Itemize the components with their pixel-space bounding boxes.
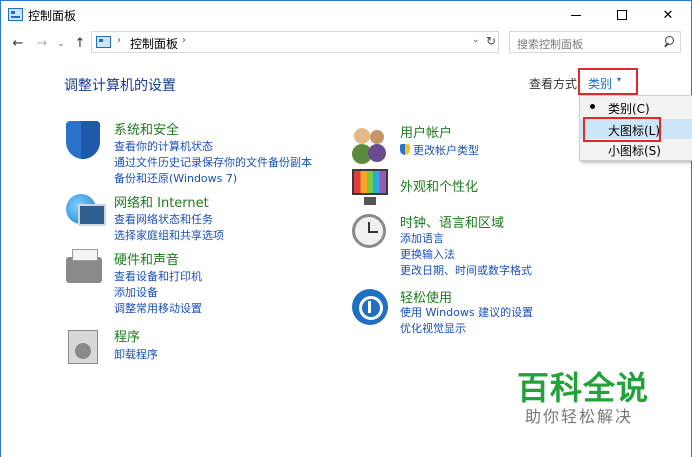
category-link[interactable]: 查看设备和打印机 bbox=[114, 268, 202, 284]
category-title[interactable]: 时钟、语言和区域 bbox=[400, 212, 504, 231]
accessibility-icon[interactable] bbox=[350, 287, 390, 327]
category-clock-language-region: 时钟、语言和区域 添加语言 更换输入法 更改日期、时间或数字格式 bbox=[350, 212, 590, 278]
category-title[interactable]: 用户帐户 bbox=[400, 122, 452, 141]
title-bar: 控制面板 ✕ bbox=[1, 1, 691, 29]
control-panel-icon bbox=[96, 36, 111, 48]
search-icon[interactable] bbox=[662, 35, 674, 49]
minimize-icon bbox=[571, 14, 581, 16]
users-icon[interactable] bbox=[350, 122, 390, 162]
view-by-dropdown[interactable]: 类别 ▾ bbox=[578, 68, 638, 95]
recent-locations-button[interactable]: ⌄ bbox=[55, 33, 67, 53]
view-by-label: 查看方式: bbox=[529, 77, 582, 91]
window-title: 控制面板 bbox=[28, 9, 77, 23]
menu-item-category[interactable]: 类别(C) bbox=[580, 97, 692, 117]
category-link[interactable]: 更改帐户类型 bbox=[400, 142, 479, 158]
close-button[interactable]: ✕ bbox=[645, 1, 691, 29]
category-title[interactable]: 程序 bbox=[114, 326, 140, 345]
category-network-internet: 网络和 Internet 查看网络状态和任务 选择家庭组和共享选项 bbox=[64, 192, 324, 246]
category-link[interactable]: 查看网络状态和任务 bbox=[114, 211, 213, 227]
control-panel-icon bbox=[8, 8, 23, 21]
minimize-button[interactable] bbox=[553, 1, 599, 29]
breadcrumb-separator[interactable]: › bbox=[182, 35, 186, 46]
category-hardware-sound: 硬件和声音 查看设备和打印机 添加设备 调整常用移动设置 bbox=[64, 249, 324, 319]
close-icon: ✕ bbox=[662, 7, 674, 23]
category-link[interactable]: 调整常用移动设置 bbox=[114, 300, 202, 316]
category-appearance: 外观和个性化 bbox=[350, 167, 570, 207]
programs-icon[interactable] bbox=[64, 326, 104, 366]
category-link[interactable]: 卸载程序 bbox=[114, 346, 158, 362]
menu-item-small-icons[interactable]: 小图标(S) bbox=[580, 139, 692, 159]
shield-icon[interactable] bbox=[64, 119, 104, 159]
category-programs: 程序 卸载程序 bbox=[64, 326, 324, 370]
navigation-bar: ← → ⌄ ↑ › 控制面板 › ⌄ ↻ 搜索控制面板 bbox=[1, 30, 691, 56]
category-link[interactable]: 通过文件历史记录保存你的文件备份副本 bbox=[114, 154, 312, 170]
category-title[interactable]: 网络和 Internet bbox=[114, 192, 209, 211]
printer-icon[interactable] bbox=[64, 249, 104, 289]
category-ease-of-access: 轻松使用 使用 Windows 建议的设置 优化视觉显示 bbox=[350, 287, 590, 335]
control-panel-window: 控制面板 ✕ ← → ⌄ ↑ › 控制面板 › ⌄ ↻ 搜索控制面板 调整计算机… bbox=[0, 0, 692, 457]
category-title[interactable]: 系统和安全 bbox=[114, 119, 179, 138]
highlight-box bbox=[583, 117, 661, 142]
category-link[interactable]: 查看你的计算机状态 bbox=[114, 138, 213, 154]
network-globe-icon[interactable] bbox=[64, 192, 106, 232]
category-link[interactable]: 使用 Windows 建议的设置 bbox=[400, 304, 533, 320]
page-title: 调整计算机的设置 bbox=[64, 78, 176, 94]
category-system-security: 系统和安全 查看你的计算机状态 通过文件历史记录保存你的文件备份副本 备份和还原… bbox=[64, 119, 324, 189]
forward-button[interactable]: → bbox=[33, 33, 51, 53]
category-title[interactable]: 外观和个性化 bbox=[400, 176, 478, 195]
monitor-icon[interactable] bbox=[350, 167, 390, 207]
view-by-value[interactable]: 类别 bbox=[588, 75, 612, 92]
address-dropdown-icon[interactable]: ⌄ bbox=[472, 35, 480, 45]
menu-item-label: 类别(C) bbox=[608, 102, 650, 116]
search-input[interactable]: 搜索控制面板 bbox=[517, 36, 583, 52]
category-title[interactable]: 硬件和声音 bbox=[114, 249, 179, 268]
category-link[interactable]: 更换输入法 bbox=[400, 246, 455, 262]
category-user-accounts: 用户帐户 更改帐户类型 bbox=[350, 122, 570, 162]
refresh-icon[interactable]: ↻ bbox=[486, 34, 496, 48]
menu-item-label: 小图标(S) bbox=[608, 144, 661, 158]
up-button[interactable]: ↑ bbox=[71, 33, 89, 53]
chevron-down-icon[interactable]: ▾ bbox=[617, 75, 621, 84]
category-link[interactable]: 选择家庭组和共享选项 bbox=[114, 227, 224, 243]
uac-shield-icon bbox=[400, 144, 410, 155]
category-link[interactable]: 添加设备 bbox=[114, 284, 158, 300]
category-link-label: 更改帐户类型 bbox=[413, 144, 479, 157]
watermark-subtitle: 助你轻松解决 bbox=[525, 407, 634, 426]
selected-bullet-icon bbox=[590, 104, 595, 109]
category-link[interactable]: 备份和还原(Windows 7) bbox=[114, 170, 237, 186]
maximize-button[interactable] bbox=[599, 1, 645, 29]
clock-icon[interactable] bbox=[350, 212, 390, 252]
breadcrumb-control-panel[interactable]: 控制面板 bbox=[130, 35, 178, 52]
search-box[interactable]: 搜索控制面板 bbox=[509, 31, 681, 53]
back-button[interactable]: ← bbox=[9, 33, 27, 53]
category-link[interactable]: 优化视觉显示 bbox=[400, 320, 466, 336]
category-link[interactable]: 更改日期、时间或数字格式 bbox=[400, 262, 532, 278]
category-link[interactable]: 添加语言 bbox=[400, 230, 444, 246]
address-bar[interactable]: › 控制面板 › ⌄ ↻ bbox=[91, 31, 499, 53]
breadcrumb-separator[interactable]: › bbox=[117, 35, 121, 46]
maximize-icon bbox=[617, 10, 627, 20]
